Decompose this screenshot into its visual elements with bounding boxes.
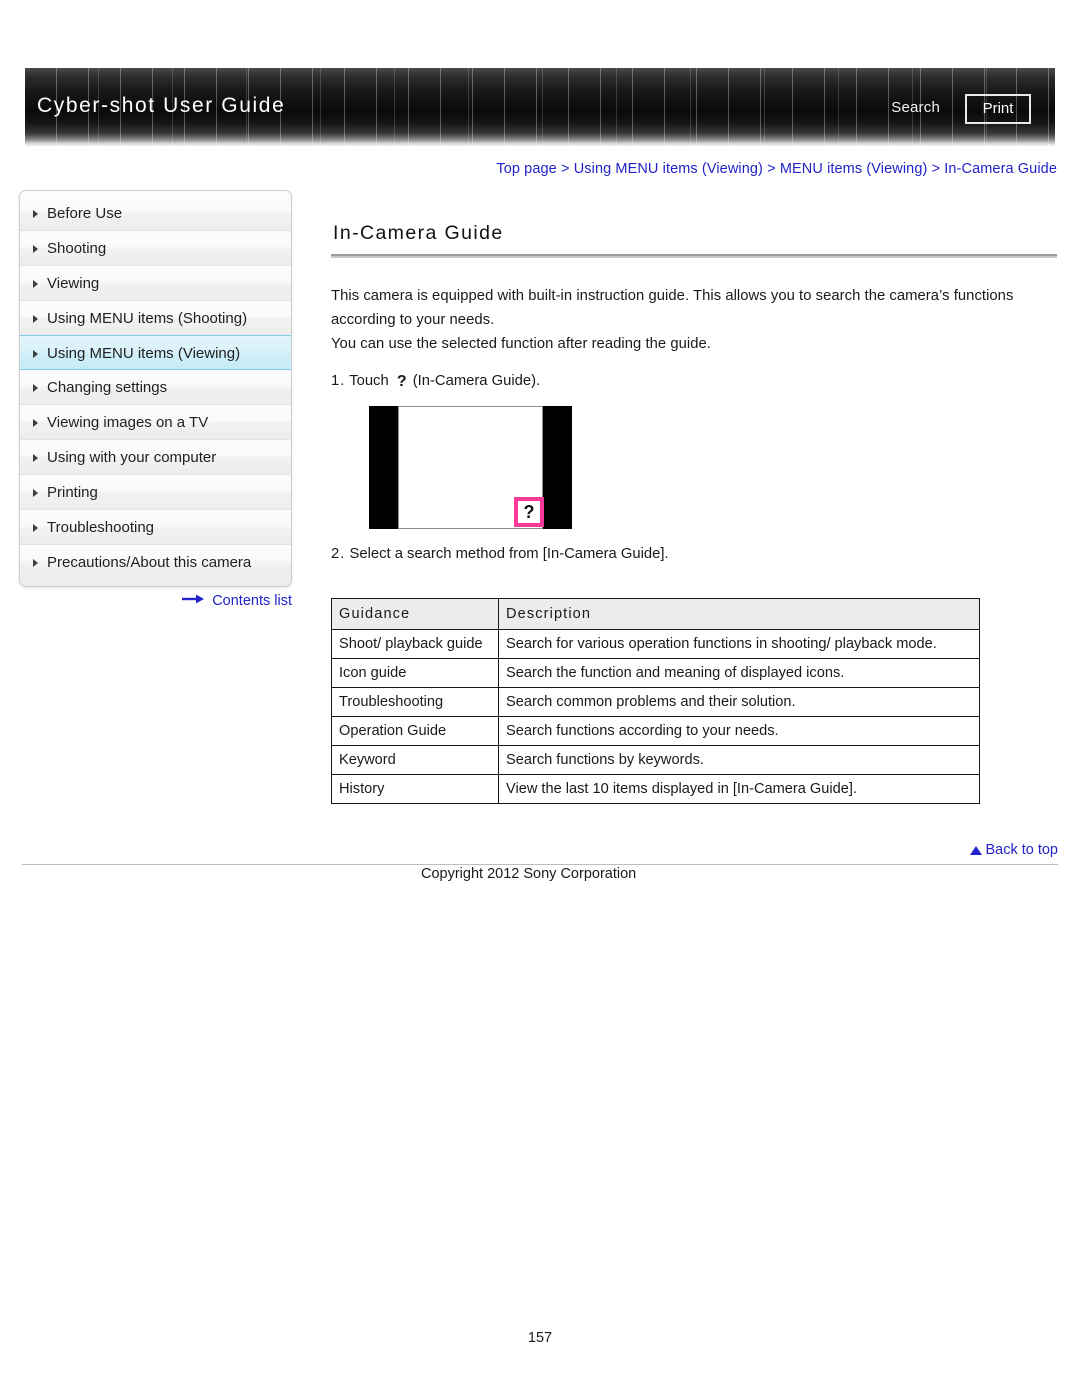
breadcrumb-item-top-page[interactable]: Top page: [496, 161, 556, 177]
triangle-right-icon: [33, 315, 38, 323]
cell-guidance: Operation Guide: [331, 716, 499, 746]
triangle-up-icon: [970, 846, 983, 855]
table-row: Keyword Search functions by keywords.: [331, 745, 980, 775]
in-camera-guide-button-highlight: ?: [514, 497, 544, 527]
cell-description: Search functions by keywords.: [498, 745, 980, 775]
triangle-right-icon: [33, 210, 38, 218]
table-row: Icon guide Search the function and meani…: [331, 658, 980, 688]
step-1-number: 1.: [331, 373, 346, 389]
cell-description: Search for various operation functions i…: [498, 629, 980, 659]
intro-line-3: You can use the selected function after …: [331, 336, 711, 352]
title-divider: [331, 254, 1057, 258]
step-1: 1. Touch ? (In-Camera Guide).: [331, 370, 1057, 392]
footer-divider: [22, 864, 1058, 865]
breadcrumb-item-in-camera-guide[interactable]: In-Camera Guide: [944, 161, 1057, 177]
column-header-guidance: Guidance: [331, 598, 499, 630]
breadcrumb-item-menu-items-viewing[interactable]: MENU items (Viewing): [780, 161, 928, 177]
sidebar-item-troubleshooting[interactable]: Troubleshooting: [20, 510, 291, 545]
site-header-banner: Cyber-shot User Guide Search Print: [25, 68, 1055, 146]
breadcrumb-separator: >: [931, 161, 941, 177]
sidebar-item-before-use[interactable]: Before Use: [20, 196, 291, 231]
arrow-right-icon: [182, 592, 205, 608]
breadcrumb: Top page > Using MENU items (Viewing) > …: [0, 161, 1057, 177]
breadcrumb-separator: >: [767, 161, 776, 177]
cell-guidance: Troubleshooting: [331, 687, 499, 717]
table-row: Shoot/ playback guide Search for various…: [331, 629, 980, 659]
step-1-pre-text: Touch: [349, 373, 389, 389]
sidebar-item-using-with-your-computer[interactable]: Using with your computer: [20, 440, 291, 475]
breadcrumb-separator: >: [560, 161, 570, 177]
sidebar-item-viewing-images-on-a-tv[interactable]: Viewing images on a TV: [20, 405, 291, 440]
triangle-right-icon: [33, 454, 38, 462]
cell-guidance: History: [331, 774, 499, 804]
triangle-right-icon: [33, 419, 38, 427]
sidebar-item-label: Troubleshooting: [47, 519, 155, 536]
table-row: History View the last 10 items displayed…: [331, 774, 980, 804]
breadcrumb-item-using-menu-items-viewing[interactable]: Using MENU items (Viewing): [574, 161, 763, 177]
step-2-text: Select a search method from [In-Camera G…: [349, 546, 669, 562]
site-title: Cyber-shot User Guide: [37, 94, 286, 117]
back-to-top-link[interactable]: Back to top: [970, 842, 1058, 858]
sidebar-item-label: Shooting: [47, 240, 107, 257]
intro-line-2: according to your needs.: [331, 312, 495, 328]
sidebar-item-printing[interactable]: Printing: [20, 475, 291, 510]
table-row: Operation Guide Search functions accordi…: [331, 716, 980, 746]
sidebar-nav: Before Use Shooting Viewing Using MENU i…: [19, 190, 292, 587]
main-content: In-Camera Guide This camera is equipped …: [331, 222, 1057, 804]
cell-guidance: Shoot/ playback guide: [331, 629, 499, 659]
sidebar-item-precautions-about-this-camera[interactable]: Precautions/About this camera: [20, 545, 291, 580]
sidebar-item-label: Viewing: [47, 275, 100, 292]
copyright-text: Copyright 2012 Sony Corporation: [421, 866, 637, 882]
triangle-right-icon: [33, 350, 38, 358]
triangle-right-icon: [33, 245, 38, 253]
guidance-table: Guidance Description Shoot/ playback gui…: [331, 598, 980, 804]
cell-description: Search the function and meaning of displ…: [498, 658, 980, 688]
cell-description: View the last 10 items displayed in [In-…: [498, 774, 980, 804]
triangle-right-icon: [33, 559, 38, 567]
intro-line-1: This camera is equipped with built-in in…: [331, 288, 1014, 304]
triangle-right-icon: [33, 524, 38, 532]
cell-guidance: Icon guide: [331, 658, 499, 688]
sidebar-item-label: Precautions/About this camera: [47, 554, 252, 571]
contents-list-link[interactable]: Contents list: [19, 593, 292, 609]
question-mark-icon: ?: [523, 502, 535, 522]
contents-list-label: Contents list: [212, 593, 292, 609]
print-button[interactable]: Print: [965, 94, 1031, 124]
screen-letterbox-right: [543, 406, 572, 529]
sidebar-item-using-menu-items-shooting[interactable]: Using MENU items (Shooting): [20, 301, 291, 336]
triangle-right-icon: [33, 489, 38, 497]
cell-description: Search common problems and their solutio…: [498, 687, 980, 717]
triangle-right-icon: [33, 384, 38, 392]
sidebar-item-label: Changing settings: [47, 379, 168, 396]
table-header-row: Guidance Description: [331, 598, 980, 630]
sidebar-item-label: Before Use: [47, 205, 123, 222]
step-2-number: 2.: [331, 546, 346, 562]
page-title: In-Camera Guide: [333, 222, 504, 244]
sidebar-item-label: Using with your computer: [47, 449, 217, 466]
cell-description: Search functions according to your needs…: [498, 716, 980, 746]
sidebar-item-changing-settings[interactable]: Changing settings: [20, 370, 291, 405]
sidebar-item-label: Using MENU items (Viewing): [47, 345, 241, 362]
sidebar-item-label: Viewing images on a TV: [47, 414, 209, 431]
table-row: Troubleshooting Search common problems a…: [331, 687, 980, 717]
intro-paragraph: This camera is equipped with built-in in…: [331, 284, 1057, 356]
back-to-top-label: Back to top: [985, 842, 1058, 858]
sidebar-item-label: Using MENU items (Shooting): [47, 310, 248, 327]
triangle-right-icon: [33, 280, 38, 288]
camera-screen-figure: ?: [369, 406, 572, 529]
column-header-description: Description: [498, 598, 980, 630]
page-number: 157: [527, 1330, 553, 1346]
sidebar-item-viewing[interactable]: Viewing: [20, 266, 291, 301]
sidebar-item-using-menu-items-viewing[interactable]: Using MENU items (Viewing): [20, 335, 291, 370]
cell-guidance: Keyword: [331, 745, 499, 775]
step-2: 2. Select a search method from [In-Camer…: [331, 543, 1057, 565]
question-mark-icon: ?: [396, 373, 407, 390]
step-1-post-text: (In-Camera Guide).: [412, 373, 541, 389]
sidebar-item-label: Printing: [47, 484, 98, 501]
screen-letterbox-left: [369, 406, 398, 529]
sidebar-item-shooting[interactable]: Shooting: [20, 231, 291, 266]
search-button[interactable]: Search: [891, 99, 940, 116]
